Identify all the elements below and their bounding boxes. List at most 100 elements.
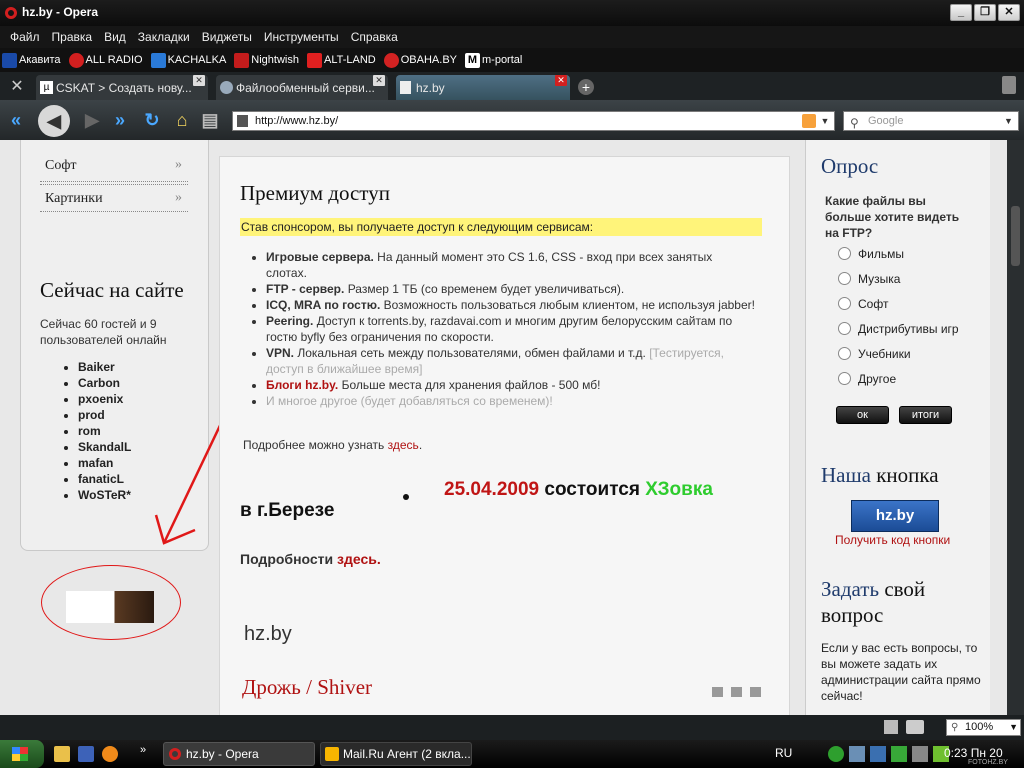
- chevron-down-icon[interactable]: ▼: [1004, 112, 1016, 130]
- more-info-link[interactable]: здесь: [388, 438, 419, 452]
- taskbar: » hz.by - Opera Mail.Ru Агент (2 вкла...…: [0, 740, 1024, 768]
- fast-forward-icon[interactable]: »: [108, 108, 132, 132]
- radio-button[interactable]: [838, 272, 851, 285]
- poll-option[interactable]: Учебники: [838, 341, 959, 366]
- poll-option[interactable]: Фильмы: [838, 241, 959, 266]
- close-tab-icon[interactable]: ✕: [373, 75, 385, 86]
- online-count: Сейчас 60 гостей и 9 пользователей онлай…: [40, 317, 167, 347]
- bookmark-mportal[interactable]: Mm-portal: [465, 52, 522, 68]
- article-title[interactable]: Дрожь / Shiver: [242, 675, 372, 700]
- online-user[interactable]: prod: [78, 408, 131, 422]
- chevron-right-icon[interactable]: »: [140, 744, 146, 756]
- nav-item-soft[interactable]: Софт »: [40, 154, 188, 182]
- poll-option[interactable]: Другое: [838, 366, 959, 391]
- menu-edit[interactable]: Правка: [46, 30, 99, 44]
- email-icon[interactable]: [750, 687, 761, 697]
- menu-bookmarks[interactable]: Закладки: [132, 30, 196, 44]
- forward-icon[interactable]: ▶: [80, 108, 104, 132]
- chevron-down-icon[interactable]: ▼: [1009, 720, 1018, 735]
- site-banner[interactable]: hz.by: [851, 500, 939, 532]
- menu-view[interactable]: Вид: [98, 30, 132, 44]
- online-user[interactable]: rom: [78, 424, 131, 438]
- maximize-button[interactable]: ❐: [974, 4, 996, 21]
- zoom-selector[interactable]: ⚲ 100% ▼: [946, 719, 1021, 736]
- blog-link[interactable]: Блоги hz.by.: [266, 378, 338, 392]
- bookmark-nightwish[interactable]: Nightwish: [234, 52, 299, 68]
- tray-icon[interactable]: [891, 746, 907, 762]
- close-tab-icon[interactable]: ✕: [555, 75, 567, 86]
- online-user[interactable]: WoSTeR*: [78, 488, 131, 502]
- rewind-icon[interactable]: «: [4, 108, 28, 132]
- pdf-icon[interactable]: [712, 687, 723, 697]
- poll-option[interactable]: Дистрибутивы игр: [838, 316, 959, 341]
- tray-icon[interactable]: [849, 746, 865, 762]
- vertical-scrollbar[interactable]: [1007, 140, 1024, 715]
- close-tab-icon[interactable]: ✕: [193, 75, 205, 86]
- bookmark-kachalka[interactable]: KACHALKA: [150, 52, 226, 68]
- menu-help[interactable]: Справка: [345, 30, 404, 44]
- poll-option[interactable]: Софт: [838, 291, 959, 316]
- notes-icon[interactable]: ▤: [198, 108, 222, 132]
- explorer-icon[interactable]: [54, 746, 70, 762]
- service-item: ICQ, MRA по гостю. Возможность пользоват…: [266, 297, 756, 313]
- menu-file[interactable]: Файл: [4, 30, 46, 44]
- trash-icon[interactable]: [1002, 76, 1016, 94]
- taskbar-opera[interactable]: hz.by - Opera: [163, 742, 315, 766]
- tab-label: hz.by: [416, 80, 445, 95]
- taskbar-mailru[interactable]: Mail.Ru Агент (2 вкла...: [320, 742, 472, 766]
- poll-results-button[interactable]: итоги: [899, 406, 952, 424]
- print-icon[interactable]: [884, 720, 898, 734]
- online-user[interactable]: SkandalL: [78, 440, 131, 454]
- back-icon[interactable]: ◀: [38, 105, 70, 137]
- tab-cskat[interactable]: µ CSKAT > Создать нову... ✕: [36, 75, 208, 100]
- language-indicator[interactable]: RU: [775, 746, 792, 760]
- radio-button[interactable]: [838, 247, 851, 260]
- bookmark-akavita[interactable]: Акавита: [2, 52, 61, 68]
- save-icon[interactable]: [78, 746, 94, 762]
- tab-hzby[interactable]: hz.by ✕: [396, 75, 570, 100]
- reload-icon[interactable]: ↻: [140, 108, 164, 132]
- radio-button[interactable]: [838, 347, 851, 360]
- menu-tools[interactable]: Инструменты: [258, 30, 345, 44]
- camera-icon[interactable]: [906, 720, 924, 734]
- radio-button[interactable]: [838, 297, 851, 310]
- tools-icon[interactable]: ✕: [4, 76, 30, 98]
- menu-widgets[interactable]: Виджеты: [196, 30, 258, 44]
- details-text: Подробности: [240, 551, 338, 567]
- network-icon[interactable]: [870, 746, 886, 762]
- address-field[interactable]: http://www.hz.by/ ▼: [232, 111, 835, 131]
- aimp-icon[interactable]: [102, 746, 118, 762]
- bookmark-altland[interactable]: ALT-LAND: [306, 52, 376, 68]
- bookmark-all-radio[interactable]: ALL RADIO: [68, 52, 143, 68]
- details-link[interactable]: здесь.: [337, 551, 381, 567]
- print-icon[interactable]: [731, 687, 742, 697]
- nav-item-pictures[interactable]: Картинки »: [40, 184, 188, 212]
- new-tab-icon[interactable]: +: [578, 79, 594, 95]
- chevron-down-icon[interactable]: ▼: [818, 112, 832, 130]
- minimize-button[interactable]: _: [950, 4, 972, 21]
- poll-option-label: Софт: [858, 296, 889, 311]
- rss-icon[interactable]: [802, 114, 816, 128]
- mailru-agent-icon: [325, 747, 339, 761]
- online-user[interactable]: mafan: [78, 456, 131, 470]
- volume-icon[interactable]: [912, 746, 928, 762]
- online-user[interactable]: pxoenix: [78, 392, 131, 406]
- online-user[interactable]: Baiker: [78, 360, 131, 374]
- kachalka-icon: [150, 52, 166, 68]
- online-user[interactable]: Carbon: [78, 376, 131, 390]
- scrollbar-thumb[interactable]: [1011, 206, 1020, 266]
- start-button[interactable]: [0, 740, 44, 768]
- close-window-button[interactable]: ✕: [998, 4, 1020, 21]
- poll-vote-button[interactable]: ок: [836, 406, 889, 424]
- online-user[interactable]: fanaticL: [78, 472, 131, 486]
- search-input[interactable]: ⚲ Google ▼: [843, 111, 1019, 131]
- radio-button[interactable]: [838, 372, 851, 385]
- opera-icon: [169, 748, 181, 760]
- tab-fileshare[interactable]: Файлообменный серви... ✕: [216, 75, 388, 100]
- get-button-code-link[interactable]: Получить код кнопки: [835, 533, 950, 547]
- bookmark-obaha[interactable]: OBAHA.BY: [383, 52, 457, 68]
- icq-icon[interactable]: [828, 746, 844, 762]
- radio-button[interactable]: [838, 322, 851, 335]
- home-icon[interactable]: ⌂: [170, 108, 194, 132]
- poll-option[interactable]: Музыка: [838, 266, 959, 291]
